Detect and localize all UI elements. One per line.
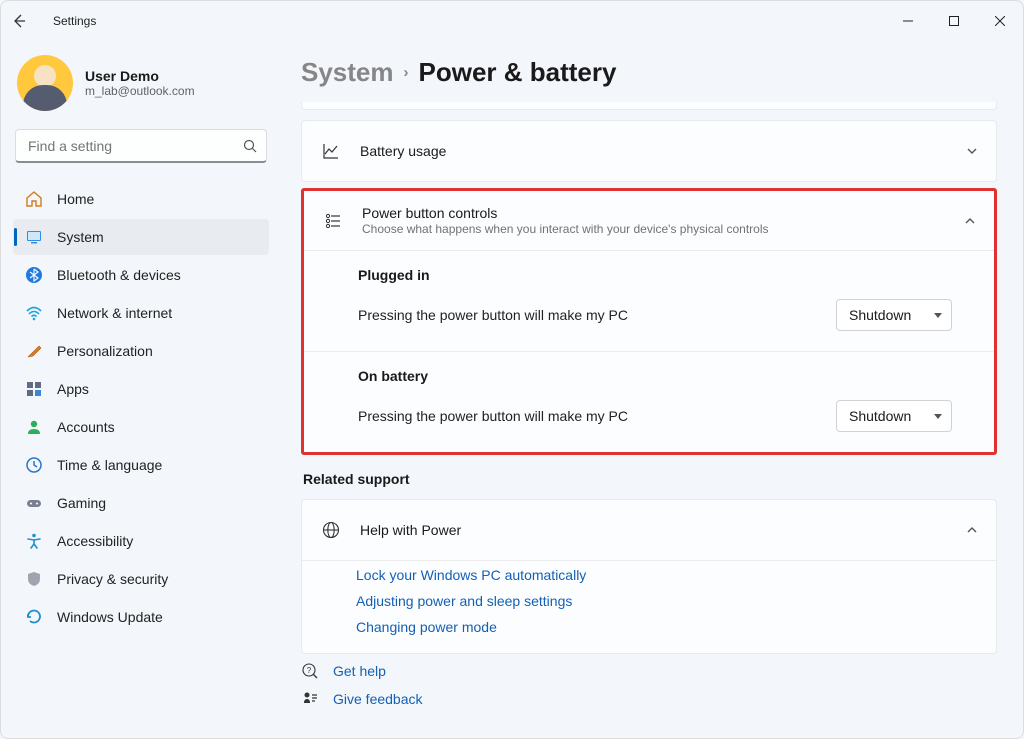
card-title: Power button controls bbox=[362, 205, 964, 221]
plugged-in-dropdown[interactable]: Shutdown bbox=[836, 299, 952, 331]
sidebar-item-label: Gaming bbox=[57, 495, 106, 511]
on-battery-section: On battery Pressing the power button wil… bbox=[304, 352, 994, 452]
accessibility-icon bbox=[25, 532, 43, 550]
main-panel: System › Power & battery Battery usage bbox=[281, 41, 1023, 738]
sidebar-item-label: Bluetooth & devices bbox=[57, 267, 181, 283]
chart-icon bbox=[320, 141, 342, 161]
power-button-label: Pressing the power button will make my P… bbox=[358, 408, 628, 424]
window-title: Settings bbox=[53, 14, 96, 28]
clock-icon bbox=[25, 456, 43, 474]
profile-block[interactable]: User Demo m_lab@outlook.com bbox=[13, 49, 269, 125]
brush-icon bbox=[25, 342, 43, 360]
breadcrumb-current: Power & battery bbox=[419, 57, 617, 88]
card-subtitle: Choose what happens when you interact wi… bbox=[362, 222, 964, 236]
power-button-label: Pressing the power button will make my P… bbox=[358, 307, 628, 323]
footer-links: ? Get help Give feedback bbox=[301, 662, 997, 708]
card-title: Help with Power bbox=[360, 522, 966, 538]
back-button[interactable] bbox=[11, 13, 45, 29]
shield-icon bbox=[25, 570, 43, 588]
help-link[interactable]: Lock your Windows PC automatically bbox=[356, 567, 996, 583]
give-feedback-link[interactable]: Give feedback bbox=[333, 691, 423, 707]
sidebar-item-update[interactable]: Windows Update bbox=[13, 599, 269, 635]
on-battery-dropdown[interactable]: Shutdown bbox=[836, 400, 952, 432]
breadcrumb: System › Power & battery bbox=[301, 57, 997, 88]
sidebar-item-accessibility[interactable]: Accessibility bbox=[13, 523, 269, 559]
globe-icon bbox=[320, 520, 342, 540]
dropdown-value[interactable]: Shutdown bbox=[836, 400, 952, 432]
sidebar-item-label: Accessibility bbox=[57, 533, 133, 549]
card-sliver bbox=[301, 102, 997, 110]
sidebar-item-label: System bbox=[57, 229, 104, 245]
profile-email: m_lab@outlook.com bbox=[85, 84, 195, 98]
chevron-up-icon bbox=[964, 215, 976, 227]
chevron-down-icon bbox=[966, 145, 978, 157]
help-link[interactable]: Adjusting power and sleep settings bbox=[356, 593, 996, 609]
help-links: Lock your Windows PC automatically Adjus… bbox=[302, 560, 996, 653]
power-button-controls-card[interactable]: Power button controls Choose what happen… bbox=[304, 191, 994, 251]
sidebar-item-system[interactable]: System bbox=[13, 219, 269, 255]
person-icon bbox=[25, 418, 43, 436]
sidebar-item-personalization[interactable]: Personalization bbox=[13, 333, 269, 369]
sidebar-item-network[interactable]: Network & internet bbox=[13, 295, 269, 331]
wifi-icon bbox=[25, 304, 43, 322]
sliders-icon bbox=[322, 211, 344, 231]
chevron-right-icon: › bbox=[404, 64, 409, 81]
sidebar-item-accounts[interactable]: Accounts bbox=[13, 409, 269, 445]
home-icon bbox=[25, 190, 43, 208]
bluetooth-icon bbox=[25, 266, 43, 284]
svg-text:?: ? bbox=[307, 666, 312, 675]
card-title: Battery usage bbox=[360, 143, 966, 159]
plugged-in-heading: Plugged in bbox=[358, 267, 976, 283]
search-box[interactable] bbox=[15, 129, 267, 163]
sidebar-item-label: Time & language bbox=[57, 457, 162, 473]
sidebar-item-bluetooth[interactable]: Bluetooth & devices bbox=[13, 257, 269, 293]
minimize-button[interactable] bbox=[885, 1, 931, 41]
sidebar-item-gaming[interactable]: Gaming bbox=[13, 485, 269, 521]
help-card-header[interactable]: Help with Power bbox=[302, 500, 996, 560]
avatar bbox=[17, 55, 73, 111]
update-icon bbox=[25, 608, 43, 626]
breadcrumb-parent[interactable]: System bbox=[301, 57, 394, 88]
close-button[interactable] bbox=[977, 1, 1023, 41]
system-icon bbox=[25, 228, 43, 246]
sidebar: User Demo m_lab@outlook.com Home System bbox=[1, 41, 281, 738]
help-with-power-card: Help with Power Lock your Windows PC aut… bbox=[301, 499, 997, 654]
get-help-link[interactable]: Get help bbox=[333, 663, 386, 679]
search-input[interactable] bbox=[15, 129, 267, 163]
nav: Home System Bluetooth & devices Network … bbox=[13, 181, 269, 635]
sidebar-item-label: Personalization bbox=[57, 343, 153, 359]
on-battery-heading: On battery bbox=[358, 368, 976, 384]
profile-name: User Demo bbox=[85, 68, 195, 84]
feedback-icon bbox=[301, 690, 319, 708]
sidebar-item-label: Network & internet bbox=[57, 305, 172, 321]
sidebar-item-label: Home bbox=[57, 191, 94, 207]
related-support-label: Related support bbox=[303, 471, 997, 487]
sidebar-item-label: Accounts bbox=[57, 419, 115, 435]
dropdown-value[interactable]: Shutdown bbox=[836, 299, 952, 331]
sidebar-item-privacy[interactable]: Privacy & security bbox=[13, 561, 269, 597]
sidebar-item-home[interactable]: Home bbox=[13, 181, 269, 217]
sidebar-item-label: Windows Update bbox=[57, 609, 163, 625]
apps-icon bbox=[25, 380, 43, 398]
sidebar-item-apps[interactable]: Apps bbox=[13, 371, 269, 407]
gamepad-icon bbox=[25, 494, 43, 512]
titlebar: Settings bbox=[1, 1, 1023, 41]
chevron-up-icon bbox=[966, 524, 978, 536]
sidebar-item-label: Privacy & security bbox=[57, 571, 168, 587]
help-link[interactable]: Changing power mode bbox=[356, 619, 996, 635]
battery-usage-card[interactable]: Battery usage bbox=[301, 120, 997, 182]
help-icon: ? bbox=[301, 662, 319, 680]
highlighted-section: Power button controls Choose what happen… bbox=[301, 188, 997, 455]
sidebar-item-time[interactable]: Time & language bbox=[13, 447, 269, 483]
plugged-in-section: Plugged in Pressing the power button wil… bbox=[304, 251, 994, 352]
sidebar-item-label: Apps bbox=[57, 381, 89, 397]
maximize-button[interactable] bbox=[931, 1, 977, 41]
